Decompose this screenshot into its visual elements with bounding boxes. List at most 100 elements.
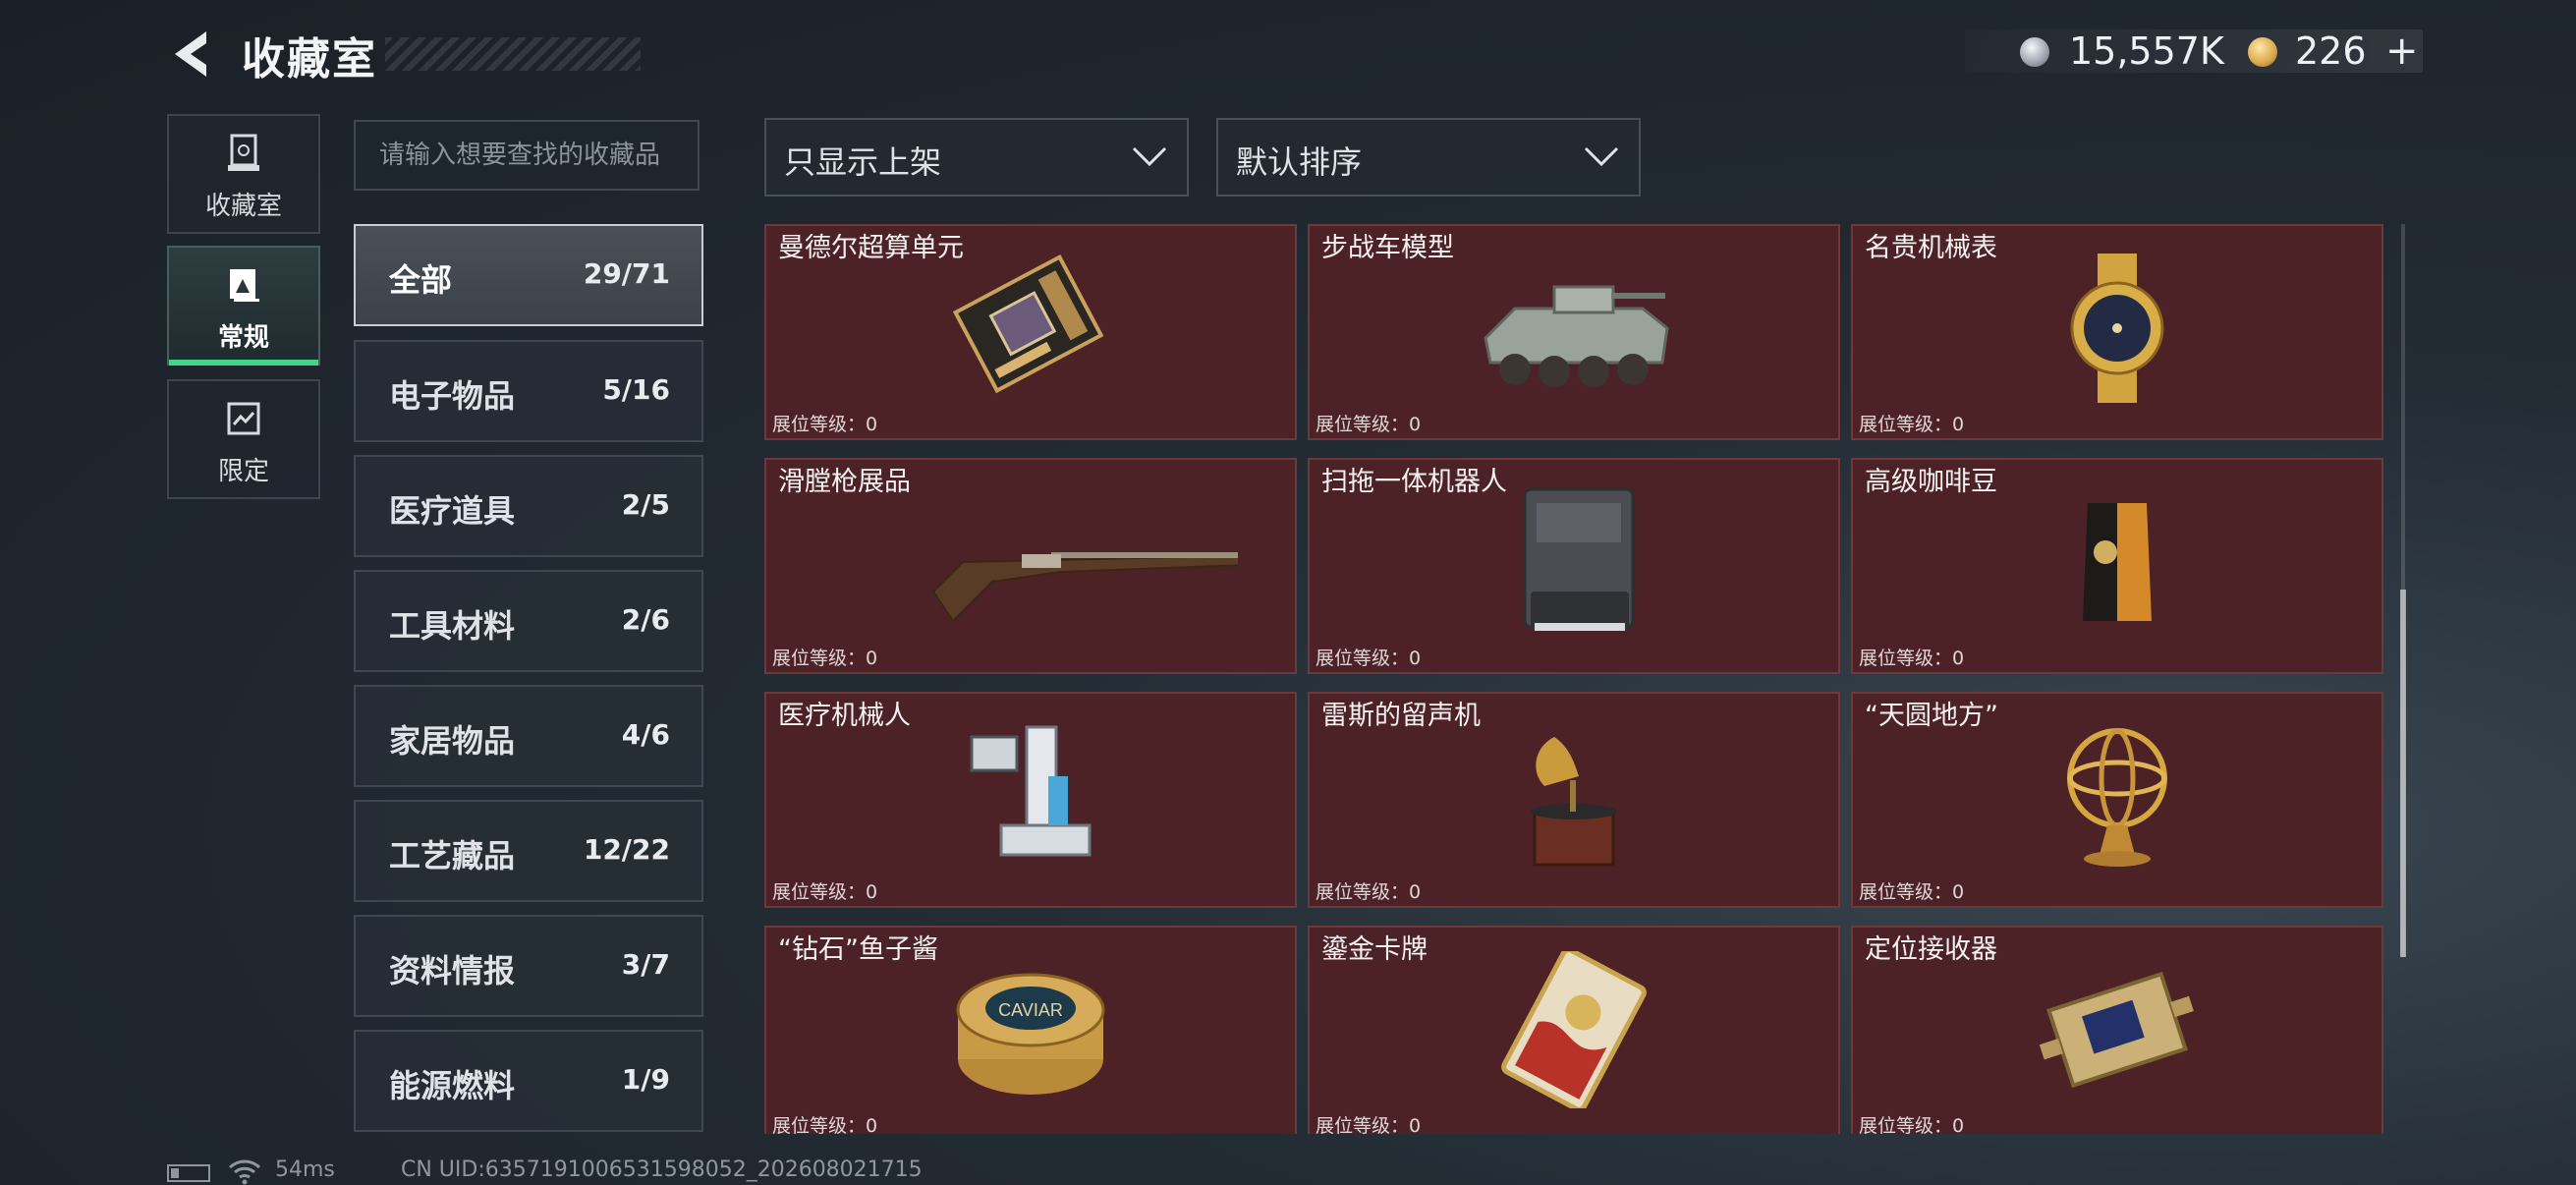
item-name: 医疗机械人 [778, 701, 911, 731]
item-card[interactable]: 鎏金卡牌 展位等级：0 [1308, 926, 1840, 1134]
sort-dropdown[interactable]: 默认排序 [1216, 118, 1641, 197]
item-level: 展位等级：0 [772, 1115, 878, 1134]
display-filter-dropdown[interactable]: 只显示上架 [764, 118, 1189, 197]
item-card[interactable]: 曼德尔超算单元 展位等级：0 [764, 224, 1297, 440]
robot-vacuum-icon [1523, 487, 1635, 631]
category-energy[interactable]: 能源燃料 1/9 [354, 1030, 703, 1132]
category-count: 2/6 [621, 603, 670, 636]
category-name: 电子物品 [389, 377, 516, 415]
item-level: 展位等级：0 [1316, 648, 1422, 669]
category-name: 工具材料 [389, 607, 516, 645]
coffee-bag-icon [2083, 503, 2152, 621]
category-name: 家居物品 [389, 722, 516, 760]
item-name: 鎏金卡牌 [1321, 934, 1428, 965]
category-count: 29/71 [583, 257, 670, 290]
armillary-sphere-icon [2067, 728, 2167, 867]
item-name: “天圆地方” [1865, 701, 1998, 731]
item-card[interactable]: 高级咖啡豆 展位等级：0 [1851, 458, 2383, 674]
category-name: 工艺藏品 [389, 837, 516, 875]
rail-item-label: 限定 [217, 457, 269, 486]
category-tools[interactable]: 工具材料 2/6 [354, 570, 703, 672]
item-level: 展位等级：0 [1859, 414, 1965, 435]
gramophone-icon [1531, 737, 1617, 867]
item-card[interactable]: “天圆地方” 展位等级：0 [1851, 692, 2383, 908]
chevron-down-icon [1132, 146, 1167, 167]
collection-grid: 曼德尔超算单元 展位等级：0 步战车模型 展位等级：0 名贵机械表 展位等级：0… [764, 224, 2383, 1134]
category-name: 能源燃料 [389, 1067, 516, 1104]
category-count: 12/22 [583, 833, 670, 866]
category-crafts[interactable]: 工艺藏品 12/22 [354, 800, 703, 902]
category-name: 资料情报 [389, 952, 516, 989]
gps-receiver-icon [2039, 971, 2194, 1089]
rail-item-limited[interactable]: 限定 [167, 379, 320, 499]
category-household[interactable]: 家居物品 4/6 [354, 685, 703, 787]
item-name: “钻石”鱼子酱 [778, 934, 938, 965]
item-card[interactable]: 名贵机械表 展位等级：0 [1851, 224, 2383, 440]
item-level: 展位等级：0 [1859, 881, 1965, 903]
battery-icon [167, 1164, 210, 1182]
item-card[interactable]: 定位接收器 展位等级：0 [1851, 926, 2383, 1134]
silver-balance: 15,557K [2069, 29, 2224, 73]
category-count: 2/5 [621, 488, 670, 521]
wifi-icon [229, 1159, 260, 1185]
title-decoration [385, 37, 641, 71]
search-input[interactable] [354, 120, 700, 191]
currency-bar: 15,557K 226 + [1965, 29, 2423, 73]
category-count: 3/7 [621, 948, 670, 981]
category-electronics[interactable]: 电子物品 5/16 [354, 340, 703, 442]
silver-coin-icon [2020, 37, 2049, 67]
page-title: 收藏室 [242, 34, 377, 85]
item-level: 展位等级：0 [1316, 1115, 1422, 1134]
category-count: 1/9 [621, 1063, 670, 1096]
display-case-icon [228, 134, 259, 171]
item-card[interactable]: 扫拖一体机器人 展位等级：0 [1308, 458, 1840, 674]
gold-balance: 226 [2295, 29, 2367, 73]
category-count: 5/16 [602, 373, 670, 406]
category-intel[interactable]: 资料情报 3/7 [354, 915, 703, 1017]
add-currency-button[interactable]: + [2385, 29, 2419, 73]
item-name: 步战车模型 [1321, 233, 1454, 263]
category-all[interactable]: 全部 29/71 [354, 224, 703, 326]
rail-item-regular[interactable]: 常规 [167, 246, 320, 366]
chevron-down-icon [1584, 146, 1619, 167]
item-name: 雷斯的留声机 [1321, 701, 1481, 731]
item-name: 名贵机械表 [1865, 233, 1997, 263]
uid-text: CN UID:6357191006531598052_202608021715 [401, 1157, 923, 1182]
ifv-model-icon [1484, 285, 1669, 387]
category-count: 4/6 [621, 718, 670, 751]
item-level: 展位等级：0 [772, 648, 878, 669]
dropdown-value: 只显示上架 [784, 143, 942, 181]
ping-text: 54ms [275, 1157, 335, 1182]
item-name: 高级咖啡豆 [1865, 467, 1997, 497]
back-button[interactable] [167, 28, 216, 81]
item-level: 展位等级：0 [772, 881, 878, 903]
category-name: 医疗道具 [389, 492, 516, 530]
musket-icon [931, 552, 1238, 623]
category-name: 全部 [389, 261, 453, 299]
medical-robot-icon [970, 725, 1092, 857]
category-medical[interactable]: 医疗道具 2/5 [354, 455, 703, 557]
item-card[interactable]: 滑膛枪展品 展位等级：0 [764, 458, 1297, 674]
rail-item-label: 收藏室 [204, 192, 282, 221]
caviar-tin-icon: CAVIAR [956, 973, 1105, 1095]
item-level: 展位等级：0 [1316, 881, 1422, 903]
scrollbar-thumb[interactable] [2400, 590, 2406, 957]
gilded-card-icon [1501, 951, 1647, 1108]
rail-item-collection-room[interactable]: 收藏室 [167, 114, 320, 234]
item-name: 定位接收器 [1865, 934, 1997, 965]
item-card[interactable]: 医疗机械人 展位等级：0 [764, 692, 1297, 908]
item-level: 展位等级：0 [1859, 1115, 1965, 1134]
item-level: 展位等级：0 [772, 414, 878, 435]
active-indicator [169, 360, 318, 366]
gold-coin-icon [2248, 37, 2277, 67]
picture-frame-icon [230, 269, 259, 302]
item-card[interactable]: “钻石”鱼子酱 CAVIAR 展位等级：0 [764, 926, 1297, 1134]
limited-frame-icon [227, 402, 260, 435]
item-card[interactable]: 步战车模型 展位等级：0 [1308, 224, 1840, 440]
supercomputer-unit-icon [952, 254, 1104, 394]
rail-item-label: 常规 [217, 323, 269, 353]
caviar-label: CAVIAR [998, 1000, 1063, 1020]
luxury-watch-icon [2070, 254, 2164, 403]
item-card[interactable]: 雷斯的留声机 展位等级：0 [1308, 692, 1840, 908]
dropdown-value: 默认排序 [1236, 143, 1363, 181]
